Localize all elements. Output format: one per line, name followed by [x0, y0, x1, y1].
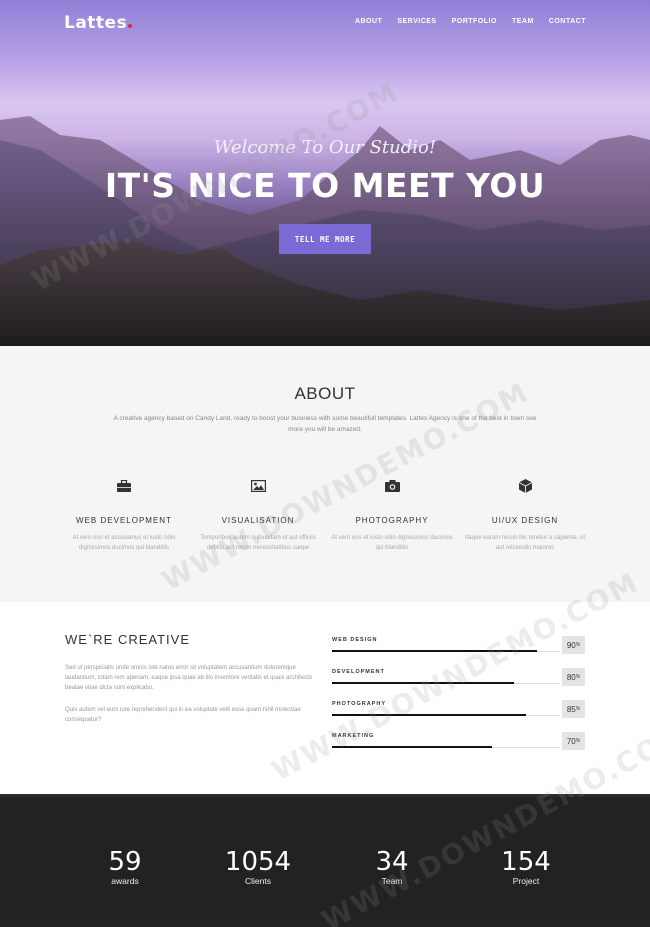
service-name: WEB DEVELOPMENT	[76, 516, 172, 525]
counter-value: 59	[108, 847, 142, 877]
skill-web-design: WEB DESIGN 90%	[332, 636, 585, 658]
service-text: Itaque earum rerum hic tenetur a sapient…	[464, 535, 586, 551]
skill-bar	[332, 714, 526, 716]
skill-label: DEVELOPMENT	[332, 669, 385, 675]
briefcase-icon	[59, 478, 189, 494]
skill-bar	[332, 650, 538, 652]
skill-label: PHOTOGRAPHY	[332, 701, 386, 707]
service-text: Temporibus autem quibusdam et aut offici…	[200, 535, 316, 551]
main-nav: ABOUT SERVICES PORTFOLIO TEAM CONTACT	[355, 18, 586, 25]
nav-services[interactable]: SERVICES	[397, 18, 436, 25]
skill-percent: 70%	[562, 732, 585, 750]
hero-section: Lattes ABOUT SERVICES PORTFOLIO TEAM CON…	[0, 0, 650, 346]
counter-awards: 59 awards	[65, 847, 185, 886]
about-description: A creative agency based on Candy Land, r…	[113, 415, 537, 433]
skill-percent: 90%	[562, 636, 585, 654]
skill-percent: 80%	[562, 668, 585, 686]
nav-team[interactable]: TEAM	[512, 18, 534, 25]
counter-label: Project	[512, 876, 540, 886]
skill-label: MARKETING	[332, 733, 375, 739]
counter-clients: 1054 Clients	[198, 847, 318, 886]
logo-dot	[128, 24, 133, 28]
nav-portfolio[interactable]: PORTFOLIO	[452, 18, 497, 25]
counter-project: 154 Project	[466, 847, 586, 886]
service-text: At vero eos et accusamus et iusto odio d…	[72, 535, 176, 551]
service-name: PHOTOGRAPHY	[355, 516, 429, 525]
nav-contact[interactable]: CONTACT	[549, 18, 586, 25]
skill-photography: PHOTOGRAPHY 85%	[332, 700, 585, 722]
service-name: UI/UX DESIGN	[491, 516, 559, 525]
creative-title: WE`RE CREATIVE	[65, 632, 190, 647]
counter-value: 154	[501, 847, 551, 877]
nav-about[interactable]: ABOUT	[355, 18, 382, 25]
hero-welcome: Welcome To Our Studio!	[213, 137, 437, 158]
camera-icon	[327, 478, 457, 494]
cube-icon	[460, 478, 590, 494]
image-icon	[193, 478, 323, 494]
counters-section: 59 awards 1054 Clients 34 Team 154 Proje…	[0, 794, 650, 927]
service-text: At vero eos et iusto odio dignissimos du…	[331, 535, 453, 551]
counter-label: awards	[111, 876, 139, 886]
skill-percent: 85%	[562, 700, 585, 718]
service-web-development: WEB DEVELOPMENT At vero eos et accusamus…	[59, 478, 189, 553]
skill-marketing: MARKETING 70%	[332, 732, 585, 754]
about-title: ABOUT	[294, 384, 356, 403]
brand-logo[interactable]: Lattes	[64, 13, 133, 33]
skill-bar	[332, 682, 515, 684]
service-visualisation: VISUALISATION Temporibus autem quibusdam…	[193, 478, 323, 553]
service-uiux-design: UI/UX DESIGN Itaque earum rerum hic tene…	[460, 478, 590, 553]
skill-development: DEVELOPMENT 80%	[332, 668, 585, 690]
creative-paragraph-2: Quis autem vel eum iure reprehenderit qu…	[65, 707, 301, 723]
counter-team: 34 Team	[332, 847, 452, 886]
hero-headline: IT'S NICE TO MEET YOU	[104, 166, 546, 205]
about-section: ABOUT A creative agency based on Candy L…	[0, 346, 650, 602]
counter-label: Team	[381, 876, 403, 886]
service-name: VISUALISATION	[221, 516, 295, 525]
creative-paragraph-1: Sed ut perspiciatis unde omnis iste natu…	[65, 665, 313, 691]
counter-value: 34	[375, 847, 409, 877]
counter-value: 1054	[224, 847, 292, 877]
counter-label: Clients	[245, 876, 271, 886]
skill-bar	[332, 746, 492, 748]
skill-label: WEB DESIGN	[332, 637, 378, 643]
tell-me-more-button[interactable]: TELL ME MORE	[279, 224, 371, 254]
service-photography: PHOTOGRAPHY At vero eos et iusto odio di…	[327, 478, 457, 553]
creative-section: WE`RE CREATIVE Sed ut perspiciatis unde …	[0, 602, 650, 794]
